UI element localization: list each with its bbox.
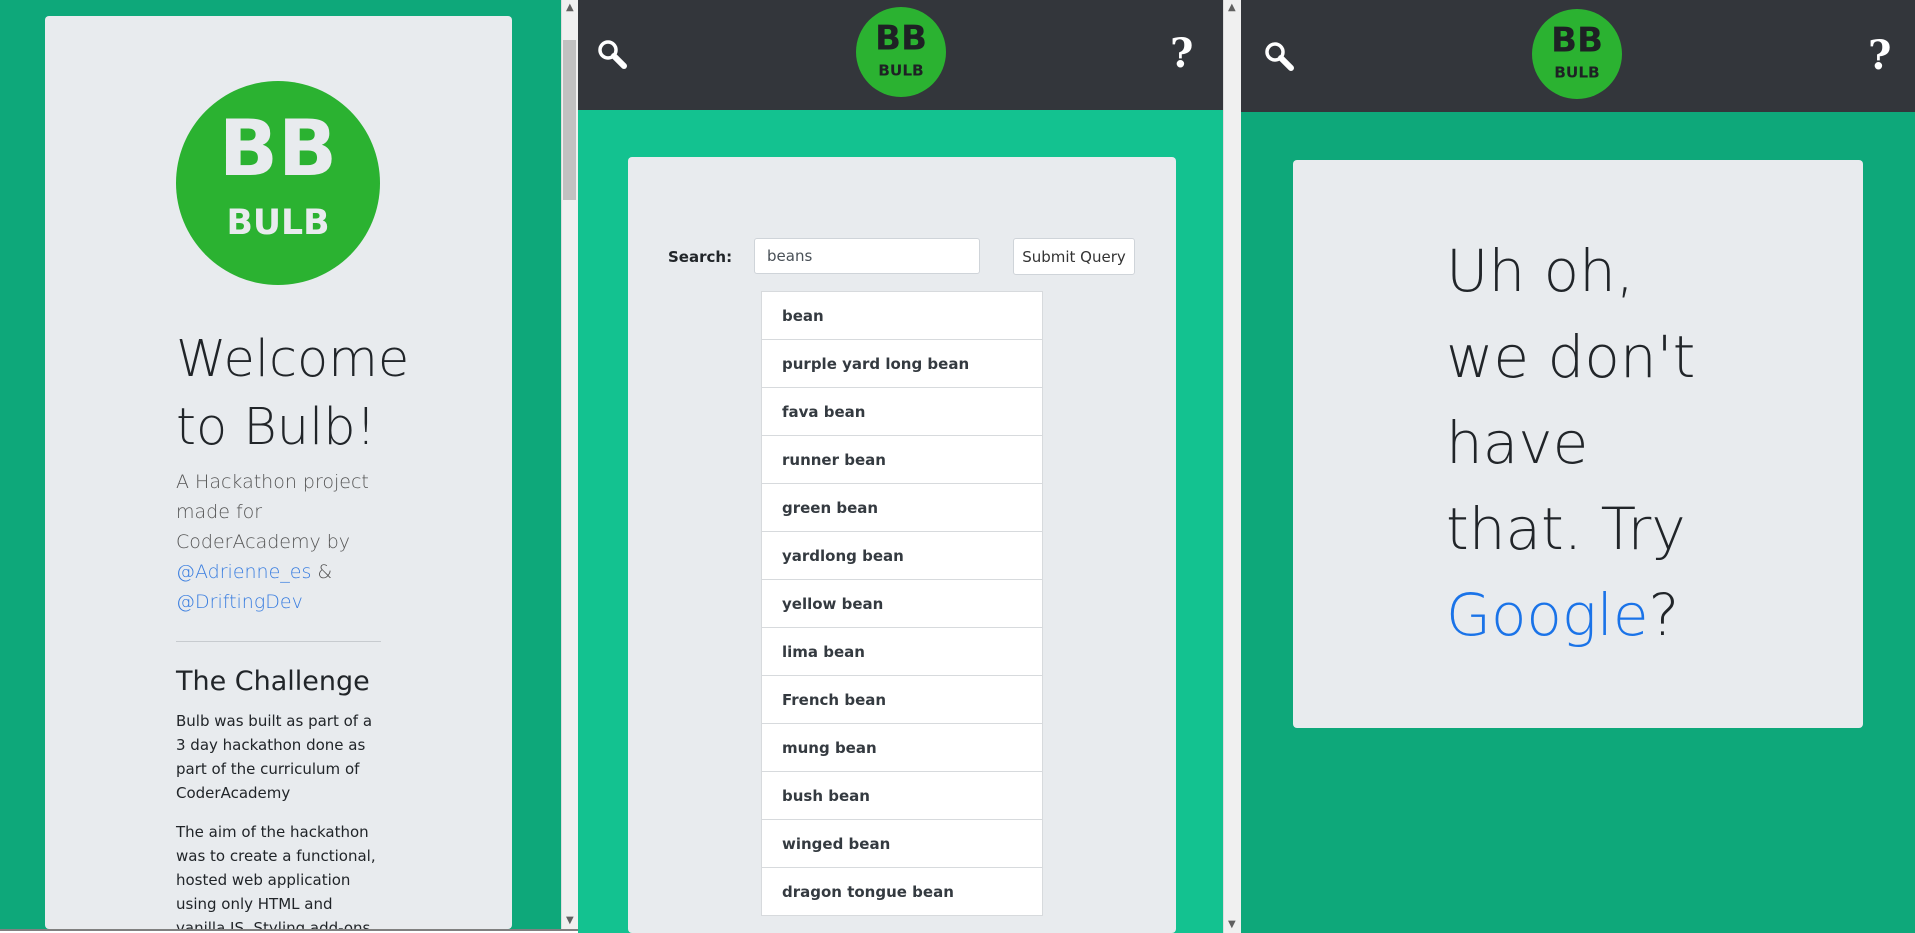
navbar: BB BULB ? xyxy=(578,0,1223,110)
section-heading: The Challenge xyxy=(176,666,370,697)
svg-text:BB: BB xyxy=(1551,20,1603,60)
help-icon[interactable]: ? xyxy=(1170,34,1193,74)
result-item[interactable]: runner bean xyxy=(761,435,1043,484)
result-item[interactable]: lima bean xyxy=(761,627,1043,676)
result-item[interactable]: yellow bean xyxy=(761,579,1043,628)
result-item[interactable]: bush bean xyxy=(761,771,1043,820)
not-found-message: Uh oh, we don't have that. Try Google? xyxy=(1446,237,1696,649)
divider-line xyxy=(176,641,381,642)
result-item[interactable]: bean xyxy=(761,291,1043,340)
scroll-up-arrow-icon[interactable]: ▲ xyxy=(1228,2,1236,14)
search-icon[interactable] xyxy=(1263,40,1295,76)
author-link-adrienne[interactable]: @Adrienne_es xyxy=(176,561,311,583)
results-list: bean purple yard long bean fava bean runner… xyxy=(761,291,1043,916)
welcome-card: BB BULB Welcome to Bulb! A Hackathon proj… xyxy=(45,16,512,929)
google-link[interactable]: Google xyxy=(1446,581,1649,649)
search-icon[interactable] xyxy=(596,38,628,74)
scroll-down-arrow-icon[interactable]: ▼ xyxy=(1228,919,1236,931)
window-divider xyxy=(1223,0,1242,933)
result-item[interactable]: green bean xyxy=(761,483,1043,532)
not-found-window: BB BULB ? Uh oh, we don't have that. Try Goo… xyxy=(1241,0,1915,933)
bulb-logo-icon[interactable]: BB BULB xyxy=(856,7,946,101)
submit-query-button[interactable]: Submit Query xyxy=(1013,238,1135,275)
bulb-logo-icon[interactable]: BB BULB xyxy=(1532,9,1622,103)
challenge-paragraph: Bulb was built as part of a 3 day hackat… xyxy=(176,712,373,802)
author-link-driftingdev[interactable]: @DriftingDev xyxy=(176,591,303,613)
search-label: Search: xyxy=(668,248,733,266)
result-item[interactable]: winged bean xyxy=(761,819,1043,868)
result-item[interactable]: yardlong bean xyxy=(761,531,1043,580)
svg-text:BULB: BULB xyxy=(226,203,329,243)
welcome-window: BB BULB Welcome to Bulb! A Hackathon proj… xyxy=(0,0,578,931)
scroll-up-arrow-icon[interactable]: ▲ xyxy=(566,2,574,14)
result-item[interactable]: purple yard long bean xyxy=(761,339,1043,388)
search-input[interactable] xyxy=(754,238,980,274)
svg-text:BULB: BULB xyxy=(1554,63,1599,81)
aim-paragraph: The aim of the hackathon was to create a… xyxy=(176,823,376,929)
svg-text:BB: BB xyxy=(219,104,337,194)
welcome-title: Welcome to Bulb! xyxy=(176,330,410,457)
search-window: BB BULB ? Search: Submit Query beanpurpl… xyxy=(578,0,1223,933)
result-item[interactable]: French bean xyxy=(761,675,1043,724)
bulb-logo: BB BULB xyxy=(176,81,380,289)
scrollbar-thumb[interactable] xyxy=(563,40,576,200)
navbar: BB BULB ? xyxy=(1241,0,1915,112)
intro-text: A Hackathon project made for CoderAcadem… xyxy=(176,471,369,613)
svg-text:BB: BB xyxy=(875,18,927,58)
svg-text:BULB: BULB xyxy=(878,61,923,79)
result-item[interactable]: dragon tongue bean xyxy=(761,867,1043,916)
result-item[interactable]: mung bean xyxy=(761,723,1043,772)
help-icon[interactable]: ? xyxy=(1868,36,1891,76)
scroll-down-arrow-icon[interactable]: ▼ xyxy=(566,915,574,927)
window-border xyxy=(0,929,578,931)
result-item[interactable]: fava bean xyxy=(761,387,1043,436)
